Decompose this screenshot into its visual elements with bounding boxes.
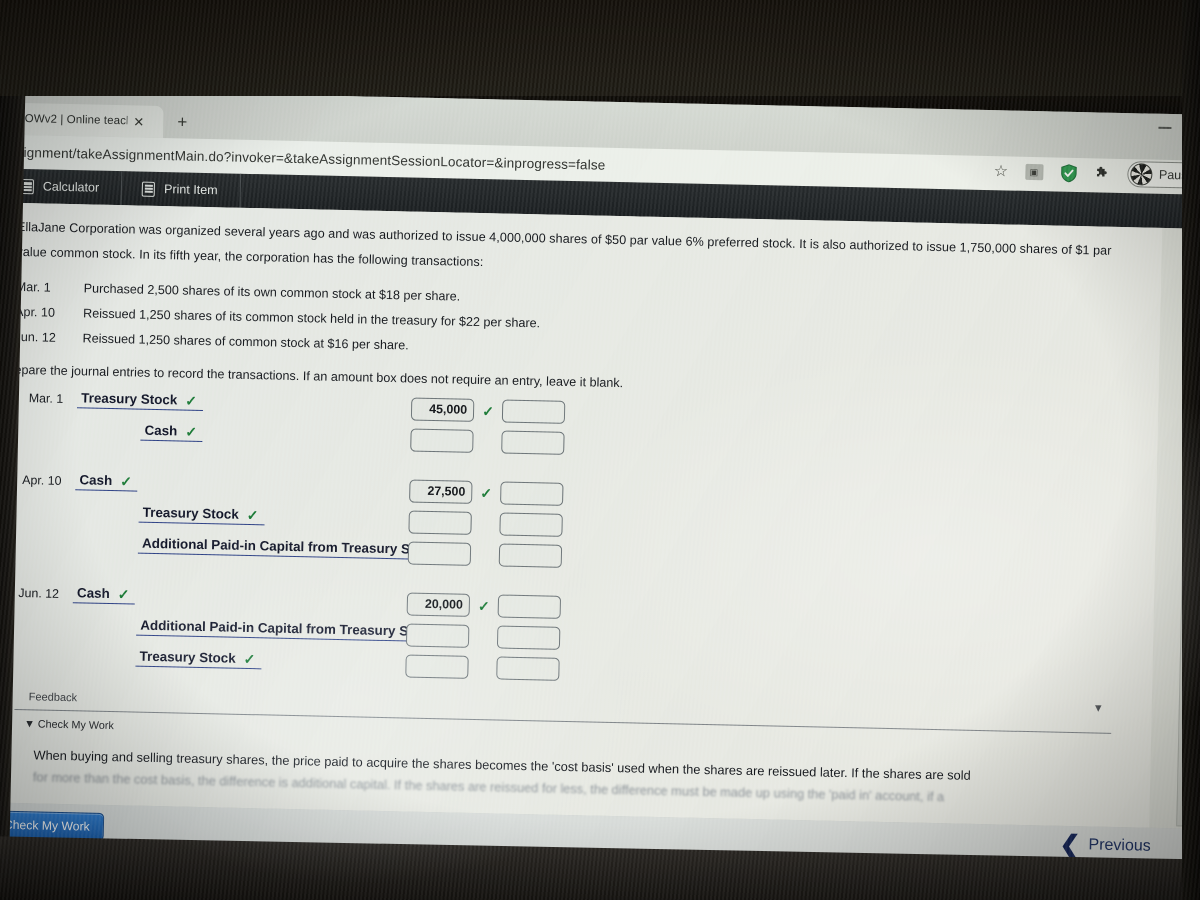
account-label: Treasury Stock xyxy=(142,504,239,522)
debit-amount-input[interactable]: 27,500 xyxy=(409,479,473,504)
question-sheet: EllaJane Corporation was organized sever… xyxy=(0,202,1163,828)
credit-amount-input[interactable] xyxy=(499,512,563,537)
amount-cells xyxy=(407,541,563,568)
credit-amount-input[interactable] xyxy=(500,481,564,506)
debit-amount-input[interactable] xyxy=(408,510,472,535)
correct-check-icon: ✓ xyxy=(185,423,198,440)
debit-check-icon: ✓ xyxy=(482,402,495,419)
debit-amount-input[interactable]: 45,000 xyxy=(410,397,475,422)
credit-amount-input[interactable] xyxy=(498,543,563,568)
account-label: Cash xyxy=(79,472,113,489)
correct-check-icon: ✓ xyxy=(185,392,198,409)
chevron-left-icon: ❮ xyxy=(1059,830,1081,860)
transaction-date: Jun. 12 xyxy=(14,330,57,346)
journal-entry-table: Mar. 1 Treasury Stock ✓ 45,000 ✓ Cash ✓ Apr. 10… xyxy=(0,388,1158,721)
extensions-puzzle-icon[interactable] xyxy=(1094,165,1110,181)
correct-check-icon: ✓ xyxy=(120,472,133,489)
account-label: Cash xyxy=(76,585,110,601)
journal-prompt: Prepare the journal entries to record th… xyxy=(1,362,624,391)
correct-check-icon: ✓ xyxy=(117,585,130,602)
print-item-label: Print Item xyxy=(163,182,218,198)
url-text: /takeAssignment/takeAssignmentMain.do?in… xyxy=(0,143,606,173)
account-select[interactable]: Treasury Stock ✓ xyxy=(77,390,204,411)
calculator-label: Calculator xyxy=(42,179,100,195)
amount-cells xyxy=(405,654,560,681)
debit-amount-input[interactable] xyxy=(407,541,472,566)
screen-surface: engageNOWv2 | Online teachin ✕ + /takeAs… xyxy=(0,88,1200,875)
omnibox-actions: ☆ ▣ Paused xyxy=(993,158,1200,189)
shield-icon[interactable] xyxy=(1060,163,1077,182)
credit-amount-input[interactable] xyxy=(496,625,561,650)
debit-amount-input[interactable] xyxy=(405,654,469,679)
account-label: Cash xyxy=(144,422,178,439)
transaction-date: Apr. 10 xyxy=(14,305,56,320)
credit-amount-input[interactable] xyxy=(501,430,565,455)
debit-amount-input[interactable] xyxy=(410,428,474,453)
close-icon[interactable]: ✕ xyxy=(133,114,144,129)
reader-mode-icon[interactable]: ▣ xyxy=(1024,163,1044,181)
laptop-screen-photo: engageNOWv2 | Online teachin ✕ + /takeAs… xyxy=(0,0,1200,900)
laptop-bezel-right xyxy=(1182,0,1200,900)
laptop-bezel-top xyxy=(0,0,1200,96)
feedback-collapse-button[interactable]: ▼ xyxy=(1093,702,1104,714)
account-select[interactable]: Cash ✓ xyxy=(140,422,204,442)
minimize-icon[interactable] xyxy=(1158,126,1172,129)
credit-amount-input[interactable] xyxy=(501,399,566,424)
transaction-date: Mar. 1 xyxy=(15,279,51,295)
transaction-list: Mar. 1 Purchased 2,500 shares of its own… xyxy=(14,275,1130,375)
amount-cells xyxy=(408,510,563,537)
debit-amount-input[interactable] xyxy=(405,623,470,648)
correct-check-icon: ✓ xyxy=(243,650,256,667)
avatar xyxy=(1129,163,1153,186)
journal-entry-group: Jun. 12 Cash ✓ 20,000 ✓ Additional Paid-in Ca… xyxy=(0,583,1154,701)
journal-entry-group: Apr. 10 Cash ✓ 27,500 ✓ Treasury Stock ✓ Additi… xyxy=(0,470,1156,588)
correct-check-icon: ✓ xyxy=(246,506,259,523)
amount-cells xyxy=(405,623,561,650)
previous-label: Previous xyxy=(1088,836,1151,855)
account-label: Treasury Stock xyxy=(139,648,236,666)
new-tab-button[interactable]: + xyxy=(169,110,196,135)
account-select[interactable]: Treasury Stock ✓ xyxy=(135,648,262,670)
amount-cells xyxy=(410,428,565,455)
account-label: Treasury Stock xyxy=(81,390,178,408)
previous-button[interactable]: ❮ Previous xyxy=(1059,830,1151,860)
amount-cells: 45,000 ✓ xyxy=(410,397,566,424)
account-select[interactable]: Cash ✓ xyxy=(75,472,139,492)
journal-entry-group: Mar. 1 Treasury Stock ✓ 45,000 ✓ Cash ✓ xyxy=(0,388,1158,475)
amount-cells: 27,500 ✓ xyxy=(409,479,564,506)
account-select[interactable]: Treasury Stock ✓ xyxy=(138,504,265,526)
credit-amount-input[interactable] xyxy=(496,656,560,681)
assignment-page: ❮ EllaJane Corporation was organized sev… xyxy=(0,201,1200,829)
debit-check-icon: ✓ xyxy=(477,597,490,614)
amount-cells: 20,000 ✓ xyxy=(406,592,562,619)
account-select[interactable]: Cash ✓ xyxy=(72,585,136,605)
debit-amount-input[interactable]: 20,000 xyxy=(406,592,471,617)
print-item-button[interactable]: Print Item xyxy=(121,171,241,208)
question-intro: EllaJane Corporation was organized sever… xyxy=(16,219,1112,269)
print-icon xyxy=(141,181,156,197)
credit-amount-input[interactable] xyxy=(497,594,562,619)
star-icon[interactable]: ☆ xyxy=(993,161,1008,181)
debit-check-icon: ✓ xyxy=(480,484,493,501)
